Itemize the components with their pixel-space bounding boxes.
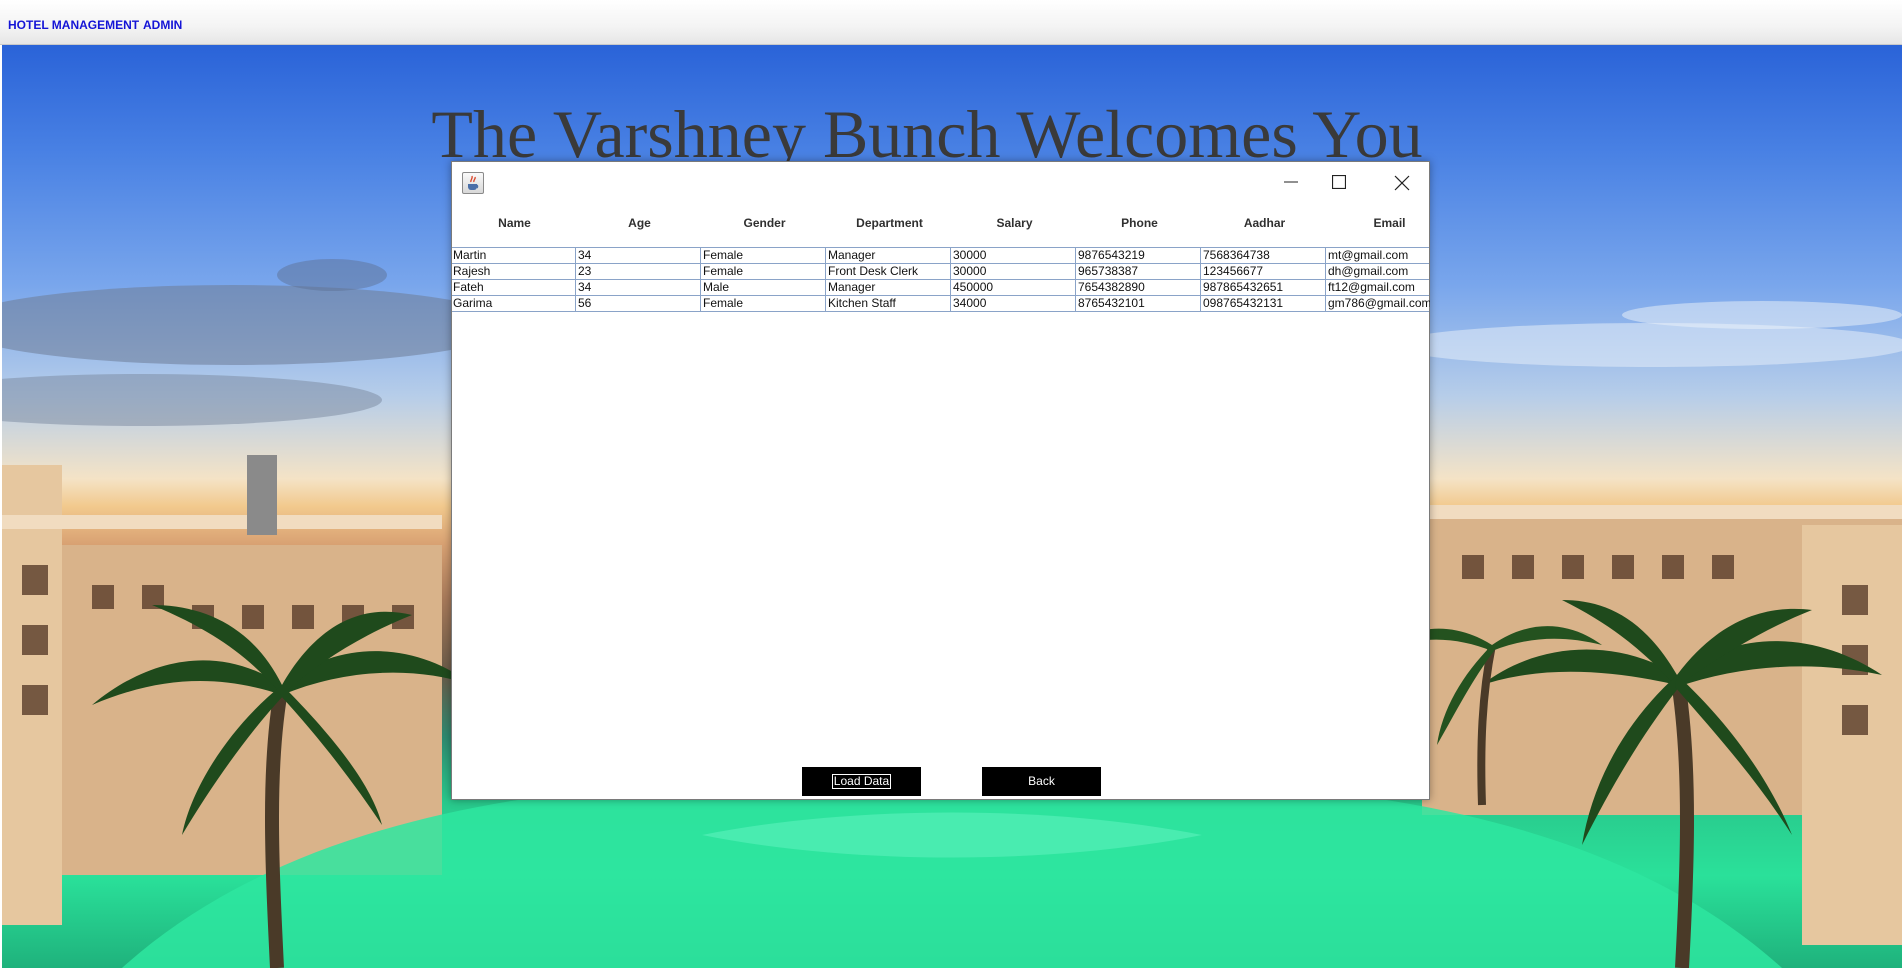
back-button[interactable]: Back — [982, 767, 1101, 796]
cell-department[interactable]: Manager — [827, 280, 951, 295]
cell-age[interactable]: 34 — [577, 248, 701, 263]
table-body: Martin 34 Female Manager 30000 987654321… — [452, 247, 1430, 312]
cell-gender[interactable]: Female — [702, 264, 826, 279]
column-header-phone[interactable]: Phone — [1077, 216, 1202, 230]
cell-email[interactable]: mt@gmail.com — [1327, 248, 1430, 263]
employee-table[interactable]: Name Age Gender Department Salary Phone … — [452, 202, 1430, 312]
column-header-name[interactable]: Name — [452, 216, 577, 230]
cell-email[interactable]: ft12@gmail.com — [1327, 280, 1430, 295]
menu-bar: HOTEL MANAGEMENT ADMIN — [0, 0, 1902, 45]
cell-salary[interactable]: 30000 — [952, 264, 1076, 279]
maximize-icon — [1332, 175, 1346, 189]
cell-name[interactable]: Martin — [452, 248, 576, 263]
cell-age[interactable]: 23 — [577, 264, 701, 279]
column-header-age[interactable]: Age — [577, 216, 702, 230]
cell-department[interactable]: Kitchen Staff — [827, 296, 951, 311]
cell-name[interactable]: Fateh — [452, 280, 576, 295]
cell-age[interactable]: 34 — [577, 280, 701, 295]
close-button[interactable] — [1378, 162, 1424, 202]
cell-gender[interactable]: Female — [702, 296, 826, 311]
window-title-bar[interactable] — [452, 162, 1429, 202]
column-header-department[interactable]: Department — [827, 216, 952, 230]
cell-department[interactable]: Manager — [827, 248, 951, 263]
column-header-aadhar[interactable]: Aadhar — [1202, 216, 1327, 230]
cell-gender[interactable]: Male — [702, 280, 826, 295]
cell-aadhar[interactable]: 123456677 — [1202, 264, 1326, 279]
minimize-button[interactable] — [1268, 162, 1314, 202]
cell-aadhar[interactable]: 098765432131 — [1202, 296, 1326, 311]
column-header-email[interactable]: Email — [1327, 216, 1452, 230]
column-header-gender[interactable]: Gender — [702, 216, 827, 230]
cell-age[interactable]: 56 — [577, 296, 701, 311]
cell-email[interactable]: gm786@gmail.com — [1327, 296, 1430, 311]
menu-admin[interactable]: ADMIN — [143, 18, 182, 32]
cell-phone[interactable]: 9876543219 — [1077, 248, 1201, 263]
cell-email[interactable]: dh@gmail.com — [1327, 264, 1430, 279]
cell-name[interactable]: Rajesh — [452, 264, 576, 279]
cell-department[interactable]: Front Desk Clerk — [827, 264, 951, 279]
minimize-icon — [1284, 181, 1298, 183]
back-label: Back — [1028, 774, 1055, 788]
cell-aadhar[interactable]: 7568364738 — [1202, 248, 1326, 263]
cell-phone[interactable]: 965738387 — [1077, 264, 1201, 279]
cell-salary[interactable]: 34000 — [952, 296, 1076, 311]
column-header-salary[interactable]: Salary — [952, 216, 1077, 230]
close-icon — [1394, 175, 1410, 191]
java-coffee-cup-icon — [462, 172, 484, 194]
table-header: Name Age Gender Department Salary Phone … — [452, 202, 1429, 247]
cell-phone[interactable]: 8765432101 — [1077, 296, 1201, 311]
table-row[interactable]: Garima 56 Female Kitchen Staff 34000 876… — [452, 296, 1430, 312]
cell-aadhar[interactable]: 987865432651 — [1202, 280, 1326, 295]
table-row[interactable]: Martin 34 Female Manager 30000 987654321… — [452, 248, 1429, 264]
table-row[interactable]: Rajesh 23 Female Front Desk Clerk 30000 … — [452, 264, 1429, 280]
load-data-label: Load Data — [831, 774, 892, 789]
table-row[interactable]: Fateh 34 Male Manager 450000 7654382890 … — [452, 280, 1429, 296]
load-data-button[interactable]: Load Data — [802, 767, 921, 796]
maximize-button[interactable] — [1316, 162, 1362, 202]
cell-name[interactable]: Garima — [452, 296, 576, 311]
cell-salary[interactable]: 30000 — [952, 248, 1076, 263]
cell-salary[interactable]: 450000 — [952, 280, 1076, 295]
cell-phone[interactable]: 7654382890 — [1077, 280, 1201, 295]
cell-gender[interactable]: Female — [702, 248, 826, 263]
employee-info-window: Name Age Gender Department Salary Phone … — [451, 161, 1430, 800]
menu-hotel-management[interactable]: HOTEL MANAGEMENT — [8, 18, 139, 32]
